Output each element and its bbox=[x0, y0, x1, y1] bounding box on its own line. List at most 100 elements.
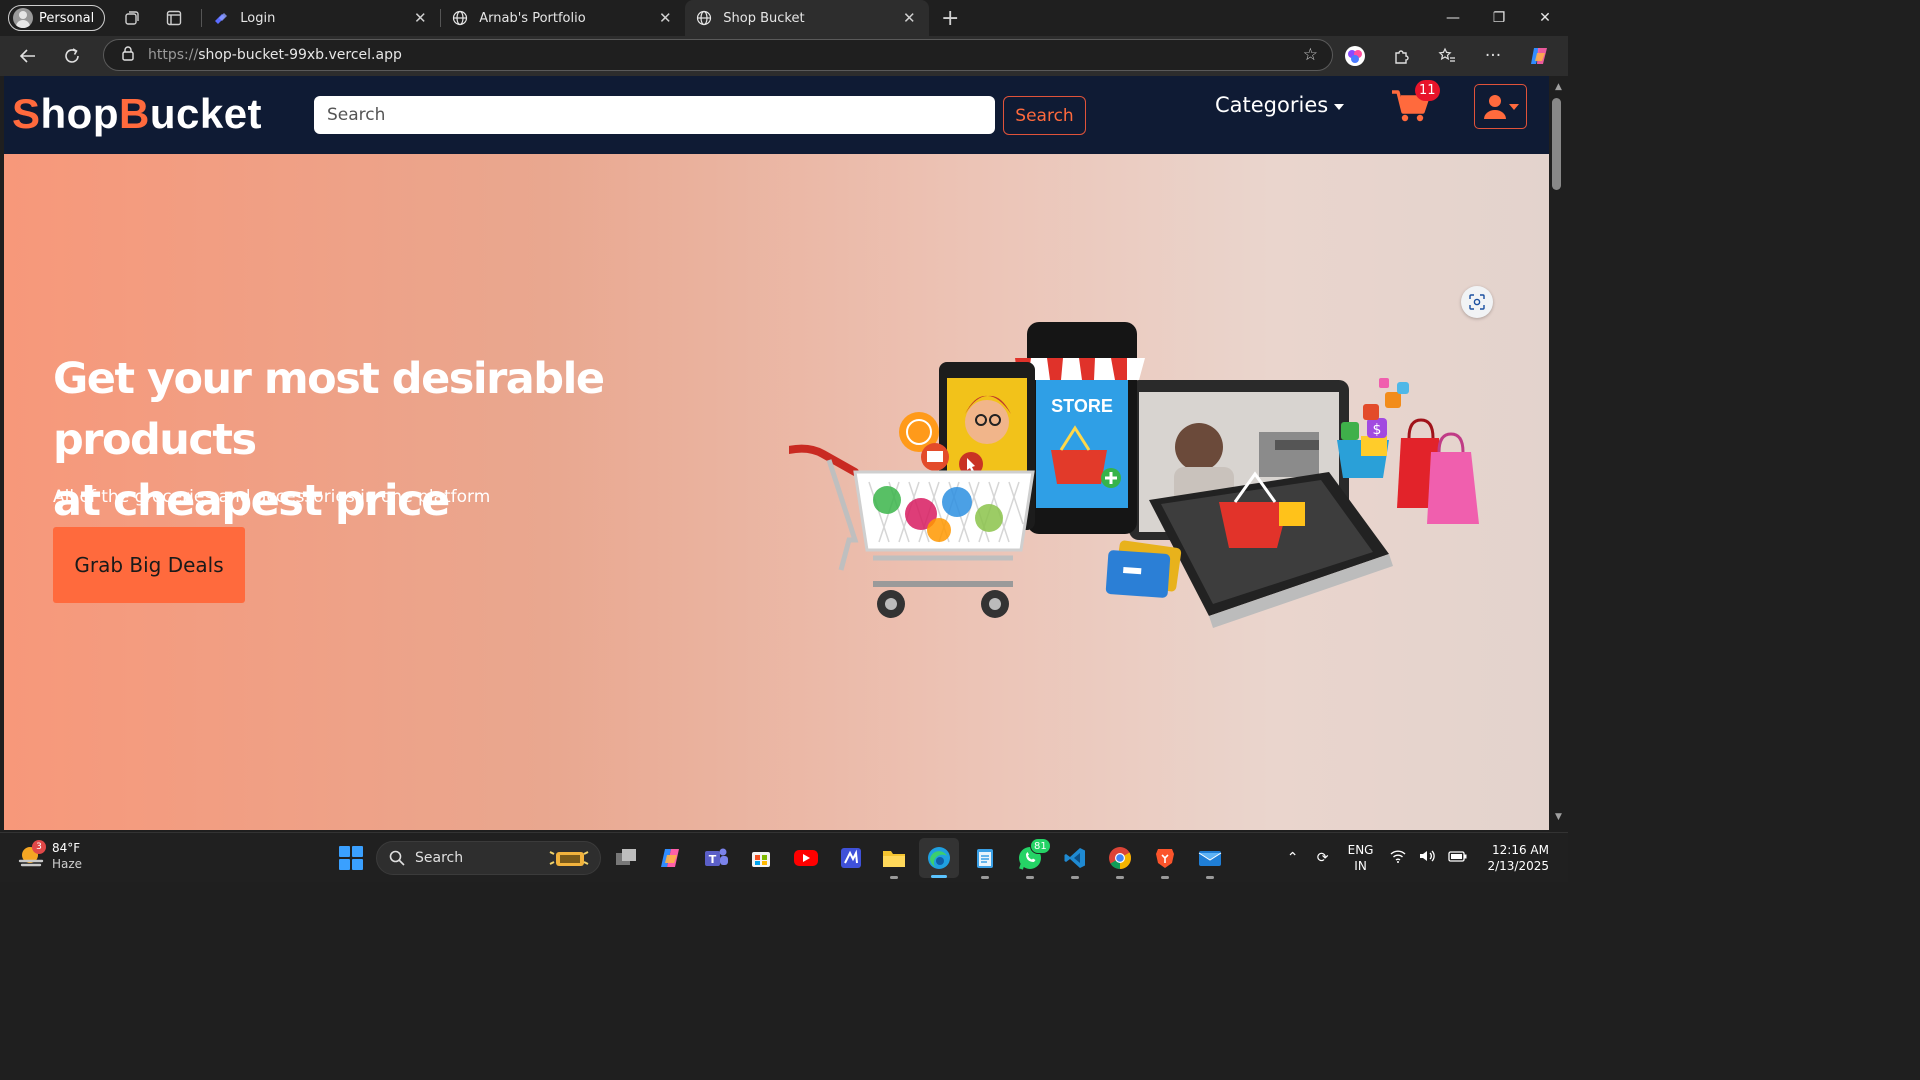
search-highlight-icon bbox=[549, 851, 589, 866]
page-viewport: ShopBucket Search Categories 11 bbox=[4, 76, 1549, 830]
taskbar-search-box[interactable]: Search bbox=[376, 841, 601, 875]
profile-avatar-icon bbox=[13, 8, 33, 28]
ecommerce-illustration: STORE $ bbox=[789, 322, 1479, 628]
copilot-icon[interactable] bbox=[1520, 40, 1558, 72]
lock-icon[interactable] bbox=[122, 45, 134, 65]
url-field[interactable]: https:// shop-bucket-99xb.vercel.app ☆ bbox=[103, 39, 1333, 71]
minimize-icon[interactable]: — bbox=[1430, 0, 1476, 36]
user-menu-button[interactable] bbox=[1474, 84, 1527, 129]
url-protocol: https:// bbox=[148, 47, 199, 63]
logo-letter-b: B bbox=[118, 90, 150, 137]
search-input[interactable] bbox=[314, 96, 995, 134]
system-clock[interactable]: 12:16 AM 2/13/2025 bbox=[1487, 842, 1549, 874]
globe-icon bbox=[695, 9, 713, 27]
smartphone-image bbox=[1149, 471, 1393, 628]
microsoft-store-icon[interactable] bbox=[745, 842, 777, 874]
hero-banner: Get your most desirable products at chea… bbox=[4, 154, 1549, 830]
tab-shop-bucket[interactable]: Shop Bucket ✕ bbox=[685, 0, 930, 36]
reload-icon[interactable] bbox=[52, 39, 92, 73]
scroll-up-arrow-icon[interactable]: ▲ bbox=[1552, 82, 1565, 94]
browser-tab-bar: Personal Login ✕ Arnab's Portfolio ✕ Sho… bbox=[0, 0, 1568, 36]
user-icon bbox=[1483, 94, 1506, 119]
search-icon bbox=[389, 850, 405, 866]
file-explorer-icon[interactable] bbox=[878, 842, 910, 879]
clock-date: 2/13/2025 bbox=[1487, 859, 1549, 873]
edge-browser-icon[interactable] bbox=[919, 838, 959, 878]
lang-line-1: ENG bbox=[1347, 843, 1374, 857]
windows-start-icon[interactable] bbox=[339, 846, 363, 870]
haze-weather-icon: 3 bbox=[18, 840, 46, 869]
window-controls: — ❐ ✕ bbox=[1430, 0, 1568, 36]
more-options-icon[interactable]: ··· bbox=[1474, 40, 1512, 72]
chrome-icon[interactable] bbox=[1104, 842, 1136, 879]
svg-text:$: $ bbox=[1373, 422, 1382, 438]
visual-search-icon[interactable] bbox=[1461, 286, 1493, 318]
weather-temp: 84°F bbox=[52, 841, 81, 855]
close-tab-icon[interactable]: ✕ bbox=[655, 9, 675, 27]
teams-icon[interactable]: T bbox=[700, 842, 732, 874]
language-indicator[interactable]: ENG IN bbox=[1348, 842, 1374, 874]
extensions-icon[interactable] bbox=[1382, 40, 1420, 72]
credit-cards-image bbox=[1105, 540, 1182, 598]
login-favicon-icon bbox=[212, 9, 230, 27]
logo-letter-s: S bbox=[12, 90, 41, 137]
new-tab-button[interactable]: + bbox=[933, 3, 967, 33]
categories-dropdown[interactable]: Categories bbox=[1215, 93, 1345, 117]
scrollbar-thumb[interactable] bbox=[1552, 98, 1561, 190]
search-button[interactable]: Search bbox=[1003, 96, 1086, 135]
hero-subtitle: All of the groceries and accessories in … bbox=[53, 487, 491, 507]
profile-button[interactable]: Personal bbox=[8, 5, 106, 31]
globe-icon bbox=[451, 9, 469, 27]
favorite-star-icon[interactable]: ☆ bbox=[1303, 45, 1318, 65]
close-window-icon[interactable]: ✕ bbox=[1522, 0, 1568, 36]
system-tray: ⌃ ⟳ ENG IN 12:16 AM 2/13/2025 bbox=[1278, 833, 1568, 883]
tab-portfolio[interactable]: Arnab's Portfolio ✕ bbox=[441, 0, 685, 36]
cart-button[interactable]: 11 bbox=[1390, 80, 1440, 124]
tab-login[interactable]: Login ✕ bbox=[202, 0, 440, 36]
hero-title-line-1: Get your most desirable products bbox=[53, 354, 605, 465]
scroll-down-arrow-icon[interactable]: ▼ bbox=[1552, 812, 1565, 824]
weather-desc: Haze bbox=[52, 857, 83, 871]
battery-icon[interactable] bbox=[1443, 850, 1473, 866]
site-logo[interactable]: ShopBucket bbox=[12, 90, 262, 138]
youtube-icon[interactable] bbox=[790, 842, 822, 874]
vscode-icon[interactable] bbox=[1059, 842, 1091, 879]
copilot-app-icon[interactable] bbox=[655, 842, 687, 874]
wifi-icon[interactable] bbox=[1383, 849, 1413, 867]
tab-title: Shop Bucket bbox=[723, 10, 805, 26]
favorites-icon[interactable] bbox=[1428, 40, 1466, 72]
browser-essentials-icon[interactable] bbox=[1336, 40, 1374, 72]
logo-text-hop: hop bbox=[40, 90, 119, 137]
svg-text:T: T bbox=[709, 853, 717, 866]
editor-app-icon[interactable] bbox=[835, 842, 867, 874]
categories-label: Categories bbox=[1215, 93, 1329, 117]
chevron-up-icon[interactable]: ⌃ bbox=[1278, 850, 1308, 866]
close-tab-icon[interactable]: ✕ bbox=[899, 9, 919, 27]
volume-icon[interactable] bbox=[1413, 849, 1443, 867]
workspaces-icon[interactable] bbox=[115, 3, 149, 33]
shopping-cart-image bbox=[789, 444, 1035, 618]
cart-count-badge: 11 bbox=[1415, 80, 1440, 101]
caret-down-icon bbox=[1334, 103, 1345, 110]
windows-taskbar: 3 84°F Haze Search T 81 ⌃ ⟳ ENG IN 12:16… bbox=[0, 832, 1568, 882]
url-host: shop-bucket-99xb.vercel.app bbox=[198, 47, 402, 63]
shopping-bags-image: $ bbox=[1337, 378, 1479, 524]
brave-icon[interactable] bbox=[1149, 842, 1181, 879]
site-navbar: ShopBucket Search Categories 11 bbox=[4, 76, 1549, 154]
whatsapp-icon[interactable]: 81 bbox=[1014, 838, 1051, 879]
tab-title: Arnab's Portfolio bbox=[479, 10, 586, 26]
back-arrow-icon[interactable] bbox=[8, 39, 48, 73]
store-sign-text: STORE bbox=[1051, 396, 1113, 416]
sync-icon[interactable]: ⟳ bbox=[1308, 850, 1338, 866]
notepad-icon[interactable] bbox=[969, 842, 1001, 879]
close-tab-icon[interactable]: ✕ bbox=[410, 9, 430, 27]
page-scrollbar[interactable]: ▲ ▼ bbox=[1549, 76, 1568, 830]
logo-text-ucket: ucket bbox=[149, 90, 263, 137]
address-bar-row: https:// shop-bucket-99xb.vercel.app ☆ ·… bbox=[0, 36, 1568, 76]
grab-big-deals-button[interactable]: Grab Big Deals bbox=[53, 527, 245, 603]
weather-widget[interactable]: 3 84°F Haze bbox=[18, 840, 82, 872]
tab-actions-icon[interactable] bbox=[157, 3, 191, 33]
mail-icon[interactable] bbox=[1194, 842, 1226, 879]
task-view-icon[interactable] bbox=[610, 842, 642, 874]
restore-icon[interactable]: ❐ bbox=[1476, 0, 1522, 36]
